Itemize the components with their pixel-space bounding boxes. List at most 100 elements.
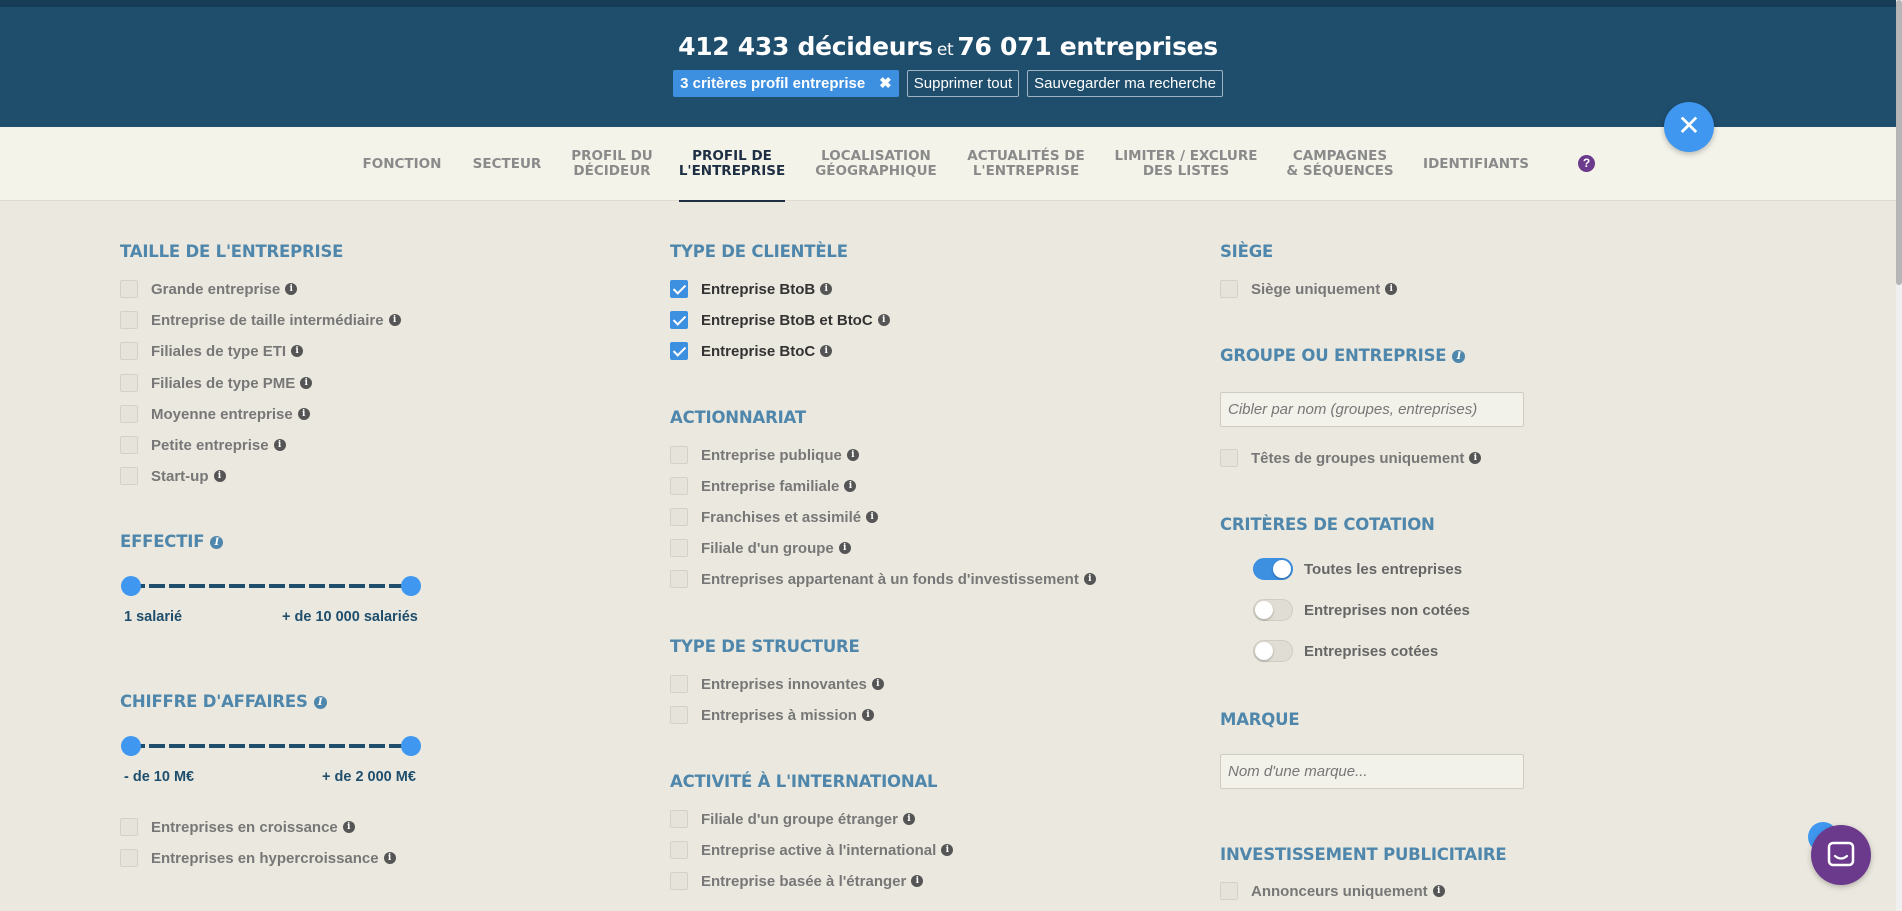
checkbox[interactable] [670,810,688,828]
checkbox[interactable] [670,706,688,724]
checkbox[interactable] [670,508,688,526]
scrollbar-thumb[interactable] [1896,0,1902,285]
groupe-search-input[interactable]: Cibler par nom (groupes, entreprises) [1220,392,1524,427]
close-icon[interactable]: ✕ [1664,102,1714,152]
checkbox[interactable] [120,311,138,329]
checkbox[interactable] [1220,882,1238,900]
save-search-button[interactable]: Sauvegarder ma recherche [1027,70,1223,97]
toggle-switch-off[interactable] [1253,599,1293,621]
info-icon[interactable]: i [291,345,304,357]
chat-icon[interactable] [1808,822,1871,885]
checkbox-btob[interactable]: Entreprise BtoB i [670,279,833,299]
checkbox[interactable] [120,849,138,867]
info-icon[interactable]: i [383,852,396,864]
checkbox-eti[interactable]: Entreprise de taille intermédiaire i [120,310,401,330]
toggle-switch-on[interactable] [1253,558,1293,580]
help-icon[interactable]: ? [1578,155,1595,172]
checkbox-innovantes[interactable]: Entreprises innovantes i [670,674,884,694]
info-icon[interactable]: i [285,283,298,295]
slider-min-handle[interactable] [121,736,141,756]
info-icon[interactable]: i [902,813,915,825]
checkbox-filiale-groupe[interactable]: Filiale d'un groupe i [670,538,851,558]
checkbox-publique[interactable]: Entreprise publique i [670,445,859,465]
info-icon[interactable]: i [911,875,924,887]
marque-search-input[interactable]: Nom d'une marque... [1220,754,1524,789]
checkbox-familiale[interactable]: Entreprise familiale i [670,476,857,496]
checkbox-basee-etranger[interactable]: Entreprise basée à l'étranger i [670,871,924,891]
checkbox-siege[interactable]: Siège uniquement i [1220,279,1398,299]
info-icon[interactable]: i [871,678,884,690]
checkbox-active-international[interactable]: Entreprise active à l'international i [670,840,954,860]
checkbox-tetes-groupes[interactable]: Têtes de groupes uniquement i [1220,448,1482,468]
slider-min-handle[interactable] [121,576,141,596]
checkbox[interactable] [670,872,688,890]
tab-fonction[interactable]: FONCTION [355,127,449,201]
tab-actualites[interactable]: ACTUALITÉS DE L'ENTREPRISE [962,127,1090,201]
active-criteria-chip[interactable]: 3 critères profil entreprise ✖ [673,70,899,97]
checkbox[interactable] [120,374,138,392]
checkbox[interactable] [670,446,688,464]
info-icon[interactable]: i [297,408,310,420]
tab-identifiants[interactable]: IDENTIFIANTS [1420,127,1532,201]
checkbox[interactable] [120,467,138,485]
info-icon[interactable]: i [1452,350,1466,363]
info-icon[interactable]: i [210,536,224,549]
checkbox[interactable] [1220,280,1238,298]
info-icon[interactable]: i [300,377,313,389]
checkbox-croissance[interactable]: Entreprises en croissance i [120,817,355,837]
info-icon[interactable]: i [846,449,859,461]
checkbox[interactable] [670,675,688,693]
checkbox-btoc[interactable]: Entreprise BtoC i [670,341,833,361]
toggle-switch-off[interactable] [1253,640,1293,662]
info-icon[interactable]: i [1432,885,1445,897]
checkbox-btob-btoc[interactable]: Entreprise BtoB et BtoC i [670,310,890,330]
tab-secteur[interactable]: SECTEUR [467,127,547,201]
checkbox-mission[interactable]: Entreprises à mission i [670,705,874,725]
checkbox-checked[interactable] [670,342,688,360]
checkbox-filiales-pme[interactable]: Filiales de type PME i [120,373,313,393]
tab-profil-decideur[interactable]: PROFIL DU DÉCIDEUR [566,127,658,201]
info-icon[interactable]: i [838,542,851,554]
info-icon[interactable]: i [844,480,857,492]
checkbox[interactable] [670,539,688,557]
checkbox-moyenne[interactable]: Moyenne entreprise i [120,404,310,424]
checkbox-grande-entreprise[interactable]: Grande entreprise i [120,279,298,299]
info-icon[interactable]: i [313,696,327,709]
checkbox[interactable] [120,280,138,298]
checkbox-hypercroissance[interactable]: Entreprises en hypercroissance i [120,848,396,868]
checkbox-annonceurs[interactable]: Annonceurs uniquement i [1220,881,1445,901]
tab-profil-entreprise[interactable]: PROFIL DE L'ENTREPRISE [679,127,785,202]
ca-range-slider[interactable] [121,736,421,756]
toggle-cotees[interactable]: Entreprises cotées [1253,639,1438,663]
info-icon[interactable]: i [388,314,401,326]
info-icon[interactable]: i [1083,573,1096,585]
tab-limiter-exclure[interactable]: LIMITER / EXCLURE DES LISTES [1111,127,1261,201]
info-icon[interactable]: i [213,470,226,482]
checkbox-startup[interactable]: Start-up i [120,466,226,486]
checkbox-checked[interactable] [670,280,688,298]
effectif-range-slider[interactable] [121,576,421,596]
remove-criteria-icon[interactable]: ✖ [879,71,892,96]
checkbox-fonds[interactable]: Entreprises appartenant à un fonds d'inv… [670,569,1096,589]
checkbox-groupe-etranger[interactable]: Filiale d'un groupe étranger i [670,809,915,829]
checkbox[interactable] [120,342,138,360]
info-icon[interactable]: i [820,283,833,295]
checkbox-checked[interactable] [670,311,688,329]
slider-max-handle[interactable] [401,736,421,756]
tab-campagnes[interactable]: CAMPAGNES & SÉQUENCES [1282,127,1398,201]
info-icon[interactable]: i [866,511,879,523]
info-icon[interactable]: i [1469,452,1482,464]
info-icon[interactable]: i [1385,283,1398,295]
checkbox[interactable] [120,436,138,454]
checkbox[interactable] [120,818,138,836]
clear-all-button[interactable]: Supprimer tout [906,70,1020,97]
info-icon[interactable]: i [861,709,874,721]
checkbox[interactable] [120,405,138,423]
slider-max-handle[interactable] [401,576,421,596]
checkbox-petite[interactable]: Petite entreprise i [120,435,286,455]
info-icon[interactable]: i [820,345,833,357]
checkbox[interactable] [670,841,688,859]
tab-localisation[interactable]: LOCALISATION GÉOGRAPHIQUE [808,127,944,201]
toggle-toutes[interactable]: Toutes les entreprises [1253,557,1462,581]
checkbox-filiales-eti[interactable]: Filiales de type ETI i [120,341,304,361]
